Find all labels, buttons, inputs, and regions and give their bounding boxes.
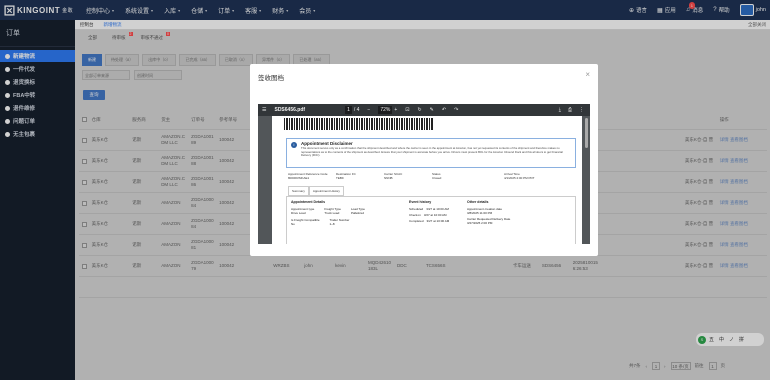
appointment-details: Appointment Details Appointment type Driv… bbox=[286, 196, 576, 244]
tab-appointment-history: Appointment History bbox=[308, 186, 344, 196]
meta-item: Arrival Time 4/1/2025 2:00 PM PDT bbox=[504, 172, 535, 180]
appointment-meta: Appointment Reference Code 8000FRSIKAE1 D… bbox=[288, 172, 578, 180]
meta-item: Appointment Reference Code 8000FRSIKAE1 bbox=[288, 172, 328, 180]
tab-summary: Summary bbox=[288, 186, 309, 196]
undo-icon[interactable]: ↶ bbox=[442, 107, 446, 113]
events-column: Event history Scheduled 3/27 at 10:00 AM … bbox=[409, 200, 450, 223]
pdf-section-tabs: Summary Appointment History bbox=[288, 186, 344, 196]
other-details-column: Other details Appointment creation date 3… bbox=[467, 200, 511, 225]
barcode-image bbox=[284, 118, 434, 130]
disclaimer-text: This document serves only as a confirmat… bbox=[301, 146, 563, 157]
print-icon[interactable]: ⎙ bbox=[568, 107, 572, 113]
menu-icon[interactable]: ☰ bbox=[262, 107, 266, 113]
redo-icon[interactable]: ↷ bbox=[454, 107, 458, 113]
pdf-page: i Appointment Disclaimer This document s… bbox=[272, 116, 582, 244]
pdf-scrollbar[interactable] bbox=[585, 118, 588, 148]
fit-page-icon[interactable]: ⊡ bbox=[405, 107, 409, 113]
zoom-out-icon[interactable]: − bbox=[367, 107, 370, 113]
meta-item: Destination FC TEB9 bbox=[336, 172, 356, 180]
details-column: Appointment Details Appointment type Driv… bbox=[291, 200, 365, 226]
page-total: / 4 bbox=[353, 107, 360, 113]
annotate-icon[interactable]: ✎ bbox=[430, 107, 434, 113]
meta-item: Carrier SCAC NNNB bbox=[384, 172, 403, 180]
meta-item: Status Closed bbox=[432, 172, 442, 180]
zoom-in-icon[interactable]: + bbox=[394, 107, 397, 113]
rotate-icon[interactable]: ↻ bbox=[417, 107, 421, 113]
pdf-viewer: ☰ SDS6456.pdf 1 / 4 − 72% + ⊡ ↻ ✎ ↶ ↷ ⤓ … bbox=[258, 104, 590, 244]
zoom-level[interactable]: 72% bbox=[378, 106, 393, 114]
info-icon: i bbox=[291, 142, 297, 148]
modal-title: 签收图档 bbox=[258, 75, 284, 82]
pdf-filename: SDS6456.pdf bbox=[274, 107, 306, 113]
pdf-toolbar: ☰ SDS6456.pdf 1 / 4 − 72% + ⊡ ↻ ✎ ↶ ↷ ⤓ … bbox=[258, 104, 590, 116]
signature-document-modal: 签收图档 × ☰ SDS6456.pdf 1 / 4 − 72% + ⊡ ↻ ✎… bbox=[250, 64, 598, 256]
page-input[interactable]: 1 bbox=[345, 106, 352, 114]
disclaimer-box: i Appointment Disclaimer This document s… bbox=[286, 138, 576, 168]
more-options-icon[interactable]: ⋮ bbox=[579, 107, 584, 113]
download-icon[interactable]: ⤓ bbox=[559, 107, 561, 113]
close-icon[interactable]: × bbox=[585, 70, 590, 79]
pdf-toolbar-right: ⤓ ⎙ ⋮ bbox=[552, 107, 584, 113]
